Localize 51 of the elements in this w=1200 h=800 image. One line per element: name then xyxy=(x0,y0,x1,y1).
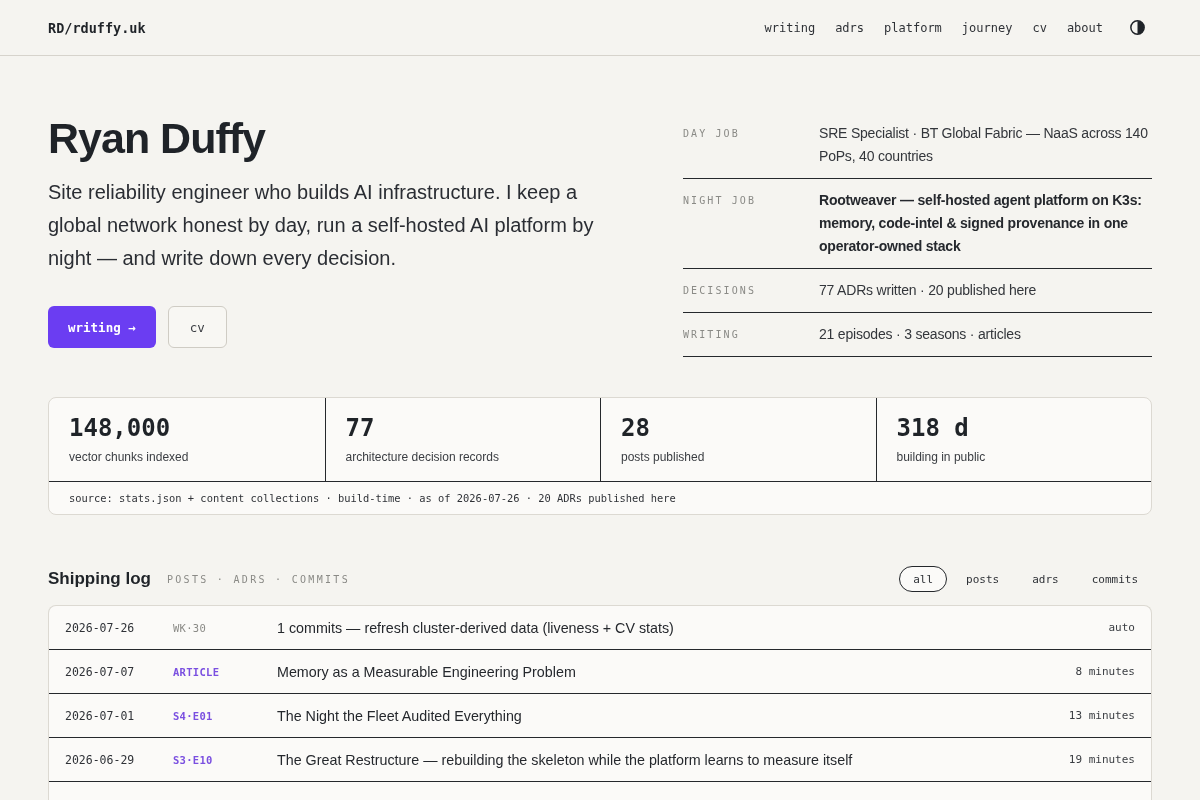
fact-value: Rootweaver — self-hosted agent platform on K3s: memory, code-intel & signed provenance in one operator-owned stack xyxy=(819,191,1143,256)
log-date: 2026-06-29 xyxy=(65,752,136,767)
cv-button[interactable]: cv xyxy=(167,306,227,348)
log-meta: 13 minutes xyxy=(1068,709,1135,722)
log-title[interactable]: 1 commits — refresh cluster-derived data (liveness + CV stats) xyxy=(277,619,1109,636)
fact-label: DECISIONS xyxy=(683,284,758,298)
stat-label: vector chunks indexed xyxy=(69,449,190,465)
log-date: 2026-07-01 xyxy=(65,708,136,723)
nav-link[interactable]: adrs xyxy=(835,20,865,35)
fact-value: 21 episodes · 3 seasons · articles xyxy=(819,325,1022,344)
contrast-icon[interactable] xyxy=(1130,20,1145,35)
stat-label: posts published xyxy=(621,449,706,465)
section-subtitle: POSTS · ADRS · COMMITS xyxy=(166,573,350,585)
fact-label: DAY JOB xyxy=(683,127,741,141)
nav-link[interactable]: platform xyxy=(884,20,942,35)
person-name: Ryan Duffy xyxy=(48,113,267,164)
log-title[interactable]: The Night the Fleet Audited Everything xyxy=(277,707,1069,724)
log-tag: S3·E10 xyxy=(173,753,277,766)
stat-label: architecture decision records xyxy=(345,449,500,465)
log-meta: 19 minutes xyxy=(1068,753,1135,766)
site-logo[interactable]: RD/rduffy.uk xyxy=(48,19,146,36)
log-title[interactable]: The Great Restructure — rebuilding the skeleton while the platform learns to measure itself xyxy=(277,751,1069,768)
stat-value: 77 xyxy=(345,413,376,443)
log-meta: auto xyxy=(1108,621,1135,634)
fact-label: NIGHT JOB xyxy=(683,194,758,208)
intro-paragraph: Site reliability engineer who builds AI infrastructure. I keep a global network honest by day, run a self-hosted AI platform by night — and write down every decision. xyxy=(48,180,595,271)
nav-link[interactable]: journey xyxy=(961,20,1013,35)
stat-value: 148,000 xyxy=(69,413,172,443)
log-tag: ARTICLE xyxy=(173,665,277,678)
filter-tab[interactable]: commits xyxy=(1077,566,1152,592)
filter-tab[interactable]: all xyxy=(899,566,947,592)
nav-link[interactable]: about xyxy=(1066,20,1103,35)
fact-value: 77 ADRs written · 20 published here xyxy=(819,281,1038,300)
section-title: Shipping log xyxy=(48,569,151,589)
fact-label: WRITING xyxy=(683,328,741,342)
nav-link[interactable]: writing xyxy=(764,20,816,35)
stat-value: 28 xyxy=(621,413,651,443)
filter-tab[interactable]: adrs xyxy=(1018,566,1073,592)
nav-link[interactable]: cv xyxy=(1032,20,1047,35)
log-date: 2026-07-07 xyxy=(65,664,136,679)
stat-value: 318 d xyxy=(896,413,970,443)
source-note: source: stats.json + content collections · build-time · as of 2026-07-26 · 20 ADRs published here xyxy=(68,491,677,506)
log-tag: WK·30 xyxy=(173,621,277,634)
writing-button[interactable]: writing → xyxy=(48,306,156,348)
log-meta: 8 minutes xyxy=(1075,665,1135,678)
stat-label: building in public xyxy=(896,449,987,465)
log-tag: S4·E01 xyxy=(173,709,277,722)
log-date: 2026-07-26 xyxy=(65,620,136,635)
filter-tab[interactable]: posts xyxy=(952,566,1014,592)
log-title[interactable]: Memory as a Measurable Engineering Problem xyxy=(277,663,1076,680)
fact-value: SRE Specialist · BT Global Fabric — NaaS across 140 PoPs, 40 countries xyxy=(819,124,1149,166)
